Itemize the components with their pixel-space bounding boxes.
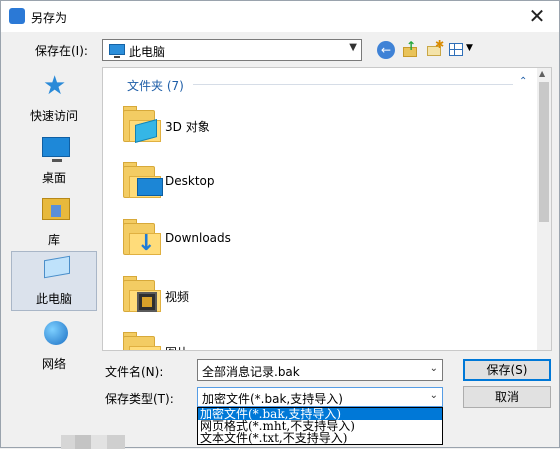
filetype-option[interactable]: 文本文件(*.txt,不支持导入) (198, 432, 442, 444)
filetype-value: 加密文件(*.bak,支持导入) (202, 392, 343, 406)
save-button[interactable]: 保存(S) (463, 359, 551, 381)
background-content (61, 435, 125, 449)
group-divider (193, 84, 513, 85)
filetype-options-list: 加密文件(*.bak,支持导入) 网页格式(*.mht,不支持导入) 文本文件(… (197, 407, 443, 445)
place-this-pc[interactable]: 此电脑 (11, 251, 97, 311)
this-pc-icon (109, 44, 125, 58)
save-in-value: 此电脑 (129, 45, 166, 59)
save-in-label: 保存在(I): (35, 44, 88, 58)
collapse-caret-icon[interactable]: ⌃ (519, 76, 527, 87)
item-name: Desktop (165, 174, 215, 188)
scroll-up-icon[interactable]: ▲ (539, 69, 545, 78)
save-as-dialog: 另存为 ✕ 保存在(I): 此电脑 ▼ ← ↑ ✱ ▼ ★ 快速访问 桌面 库 … (0, 0, 560, 449)
filetype-option[interactable]: 加密文件(*.bak,支持导入) (198, 408, 442, 420)
desktop-icon (42, 137, 70, 162)
file-list[interactable]: 文件夹 (7) ⌃ 3D 对象 Desktop ↓ Downloads 视频 图… (102, 67, 552, 351)
filename-input[interactable]: 全部消息记录.bak ⌄ (197, 359, 443, 381)
place-desktop[interactable]: 桌面 (11, 131, 97, 191)
filetype-select[interactable]: 加密文件(*.bak,支持导入) ⌄ (197, 387, 443, 407)
up-folder-icon[interactable]: ↑ (401, 39, 419, 59)
filetype-label: 保存类型(T): (105, 392, 174, 406)
place-label: 此电脑 (35, 292, 72, 306)
item-name: Downloads (165, 231, 231, 245)
filename-label: 文件名(N): (105, 365, 164, 379)
list-item[interactable]: 图片 (117, 326, 417, 350)
close-icon[interactable]: ✕ (525, 3, 549, 29)
place-label: 桌面 (41, 171, 66, 185)
downloads-folder-icon: ↓ (123, 219, 161, 255)
place-label: 库 (47, 233, 60, 247)
cancel-button[interactable]: 取消 (463, 386, 551, 408)
library-icon (42, 198, 70, 220)
3d-objects-folder-icon (123, 106, 161, 143)
window-title: 另存为 (31, 11, 68, 25)
new-folder-icon[interactable]: ✱ (425, 38, 444, 59)
item-name: 图片 (165, 344, 189, 350)
group-header[interactable]: 文件夹 (7) (127, 77, 184, 94)
chevron-down-icon: ▼ (349, 42, 357, 53)
list-item[interactable]: 3D 对象 (117, 100, 417, 152)
network-icon (44, 321, 68, 345)
place-quick-access[interactable]: ★ 快速访问 (11, 69, 97, 129)
places-bar: ★ 快速访问 桌面 库 此电脑 网络 (7, 67, 99, 377)
place-network[interactable]: 网络 (11, 317, 97, 377)
filename-value: 全部消息记录.bak (202, 365, 300, 379)
view-menu-icon[interactable]: ▼ (449, 41, 477, 59)
videos-folder-icon (123, 276, 161, 312)
place-label: 网络 (41, 357, 66, 371)
back-arrow-icon[interactable]: ← (377, 41, 395, 59)
item-name: 3D 对象 (165, 120, 210, 134)
save-in-dropdown[interactable]: 此电脑 ▼ (102, 39, 362, 61)
this-pc-icon (44, 255, 70, 279)
title-bar: 另存为 ✕ (1, 1, 559, 32)
list-item[interactable]: Desktop (117, 156, 417, 208)
place-label: 快速访问 (29, 109, 78, 123)
desktop-folder-icon (123, 162, 163, 198)
vertical-scrollbar[interactable]: ▲ (537, 68, 551, 350)
scroll-thumb[interactable] (539, 82, 549, 222)
list-item[interactable]: ↓ Downloads (117, 213, 417, 265)
quick-access-star-icon: ★ (43, 71, 67, 101)
place-library[interactable]: 库 (11, 193, 97, 253)
chevron-down-icon[interactable]: ⌄ (430, 363, 438, 374)
chevron-down-icon[interactable]: ⌄ (430, 390, 438, 401)
filetype-option[interactable]: 网页格式(*.mht,不支持导入) (198, 420, 442, 432)
item-name: 视频 (165, 290, 190, 304)
list-item[interactable]: 视频 (117, 270, 417, 322)
pictures-folder-icon (123, 332, 161, 350)
app-icon (9, 8, 25, 24)
